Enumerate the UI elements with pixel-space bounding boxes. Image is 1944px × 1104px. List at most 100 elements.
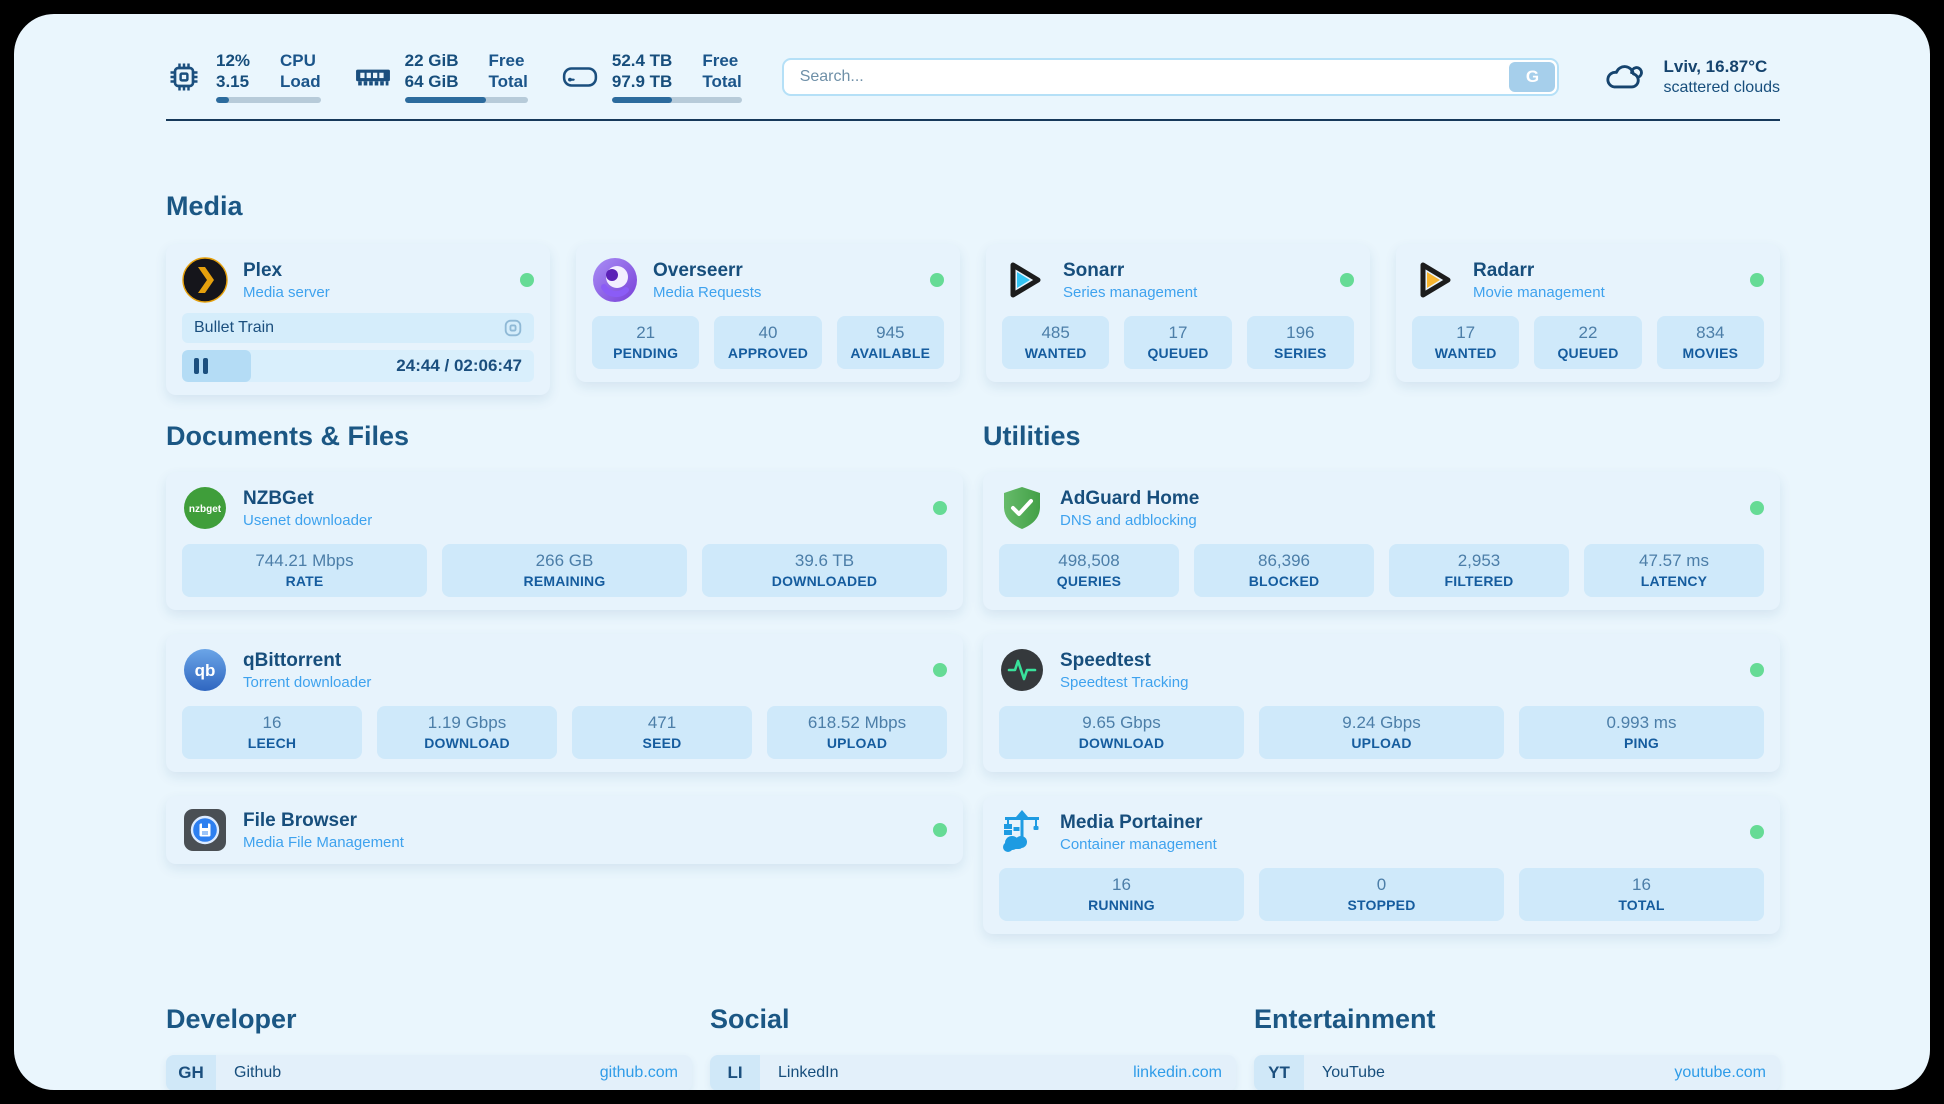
stat-tile-label: PING [1523,734,1760,752]
app-card-radarr[interactable]: RadarrMovie management17WANTED22QUEUED83… [1396,244,1780,382]
status-dot-online [520,273,534,287]
stat-tile-value: 16 [1523,874,1760,896]
stat-tile-label: BLOCKED [1198,572,1370,590]
stat-tile-value: 16 [186,712,358,734]
plex-icon [182,257,228,303]
stat-tile-label: TOTAL [1523,896,1760,914]
app-title: Plex [243,259,330,283]
stat-tile-approved: 40APPROVED [714,316,821,369]
stat-tile-downloaded: 39.6 TBDOWNLOADED [702,544,947,597]
link-abbr: GH [166,1055,216,1090]
stat-tile-label: AVAILABLE [841,344,940,362]
stat-tile-value: 22 [1538,322,1637,344]
link-row-linkedin[interactable]: LILinkedInlinkedin.com [710,1055,1236,1090]
section-title-developer: Developer [166,1004,692,1035]
app-card-overseerr[interactable]: OverseerrMedia Requests21PENDING40APPROV… [576,244,960,382]
stat-tile-value: 744.21 Mbps [186,550,423,572]
app-card-media-portainer[interactable]: Media PortainerContainer management16RUN… [983,796,1780,934]
app-title: NZBGet [243,487,372,511]
stat-tile-upload: 9.24 GbpsUPLOAD [1259,706,1504,759]
stat-progress-fill [216,97,229,103]
stat-tile-label: DOWNLOADED [706,572,943,590]
stat-label-line2: Total [702,71,741,92]
app-card-sonarr[interactable]: SonarrSeries management485WANTED17QUEUED… [986,244,1370,382]
overseerr-icon [592,257,638,303]
stat-tile-label: REMAINING [446,572,683,590]
app-subtitle: Torrent downloader [243,673,371,692]
app-card-qbittorrent[interactable]: qbqBittorrentTorrent downloader16LEECH1.… [166,634,963,772]
stat-tile-download: 9.65 GbpsDOWNLOAD [999,706,1244,759]
stat-tile-value: 16 [1003,874,1240,896]
stat-tile-queued: 17QUEUED [1124,316,1231,369]
app-subtitle: Container management [1060,835,1217,854]
stat-tile-label: WANTED [1416,344,1515,362]
stat-progress-bar [216,97,321,103]
app-subtitle: Media File Management [243,833,404,852]
now-playing-time: 24:44 / 02:06:47 [396,350,522,382]
stat-tile-value: 471 [576,712,748,734]
app-card-plex[interactable]: PlexMedia serverBullet Train24:44 / 02:0… [166,244,550,395]
google-search-button[interactable]: G [1509,62,1555,92]
stat-tile-available: 945AVAILABLE [837,316,944,369]
app-title: Radarr [1473,259,1605,283]
app-title: Speedtest [1060,649,1188,673]
now-playing-progress-fill [182,350,251,382]
stat-tile-download: 1.19 GbpsDOWNLOAD [377,706,557,759]
app-card-adguard-home[interactable]: AdGuard HomeDNS and adblocking498,508QUE… [983,472,1780,610]
adguard-icon [999,485,1045,531]
stat-tile-movies: 834MOVIES [1657,316,1764,369]
stat-tile-label: SERIES [1251,344,1350,362]
app-card-file-browser[interactable]: File BrowserMedia File Management [166,796,963,864]
app-subtitle: Series management [1063,283,1197,302]
status-dot-online [1750,663,1764,677]
app-title: AdGuard Home [1060,487,1199,511]
cpu-icon [166,59,202,95]
stat-tile-value: 945 [841,322,940,344]
link-abbr: LI [710,1055,760,1090]
link-row-github[interactable]: GHGithubgithub.com [166,1055,692,1090]
section-title-social: Social [710,1004,1236,1035]
system-stat-cpu: 12%3.15CPULoad [166,50,321,103]
stat-tile-series: 196SERIES [1247,316,1354,369]
stat-tile-remaining: 266 GBREMAINING [442,544,687,597]
stat-tile-value: 17 [1128,322,1227,344]
cloud-icon [1603,59,1647,95]
app-card-nzbget[interactable]: nzbgetNZBGetUsenet downloader744.21 Mbps… [166,472,963,610]
stat-tile-label: RUNNING [1003,896,1240,914]
svg-text:qb: qb [195,661,216,680]
status-dot-online [933,501,947,515]
section-title-documents: Documents & Files [166,421,963,452]
stat-tile-upload: 618.52 MbpsUPLOAD [767,706,947,759]
stat-tile-blocked: 86,396BLOCKED [1194,544,1374,597]
section-title-entertainment: Entertainment [1254,1004,1780,1035]
status-dot-online [933,663,947,677]
link-row-youtube[interactable]: YTYouTubeyoutube.com [1254,1055,1780,1090]
system-stats: 12%3.15CPULoad22 GiB64 GiBFreeTotal52.4 … [166,50,742,103]
status-dot-online [1750,501,1764,515]
search-input[interactable] [782,58,1560,96]
app-card-speedtest[interactable]: SpeedtestSpeedtest Tracking 9.65 GbpsDOWN… [983,634,1780,772]
link-abbr: YT [1254,1055,1304,1090]
filebrowser-icon [182,807,228,853]
section-title-media: Media [166,191,1780,222]
weather-widget: Lviv, 16.87°C scattered clouds [1603,56,1780,98]
stat-value-line1: 52.4 TB [612,50,672,71]
stat-tile-value: 498,508 [1003,550,1175,572]
links-column-social: SocialLILinkedInlinkedin.comTWTwittertwi… [710,1004,1236,1090]
stat-tile-value: 9.65 Gbps [1003,712,1240,734]
stat-tile-latency: 47.57 msLATENCY [1584,544,1764,597]
link-url: youtube.com [1674,1064,1766,1082]
now-playing-widget-icon[interactable] [502,317,524,339]
app-subtitle: Media Requests [653,283,761,302]
search-bar: G [782,58,1560,96]
links-column-developer: DeveloperGHGithubgithub.comSOStackOverfl… [166,1004,692,1090]
app-subtitle: Speedtest Tracking [1060,673,1188,692]
now-playing-row: Bullet Train [182,313,534,343]
app-title: Sonarr [1063,259,1197,283]
header-divider [166,119,1780,121]
utilities-column: Utilities AdGuard HomeDNS and adblocking… [983,421,1780,958]
stat-progress-fill [405,97,486,103]
stat-tile-value: 1.19 Gbps [381,712,553,734]
status-dot-online [933,823,947,837]
status-dot-online [1750,273,1764,287]
